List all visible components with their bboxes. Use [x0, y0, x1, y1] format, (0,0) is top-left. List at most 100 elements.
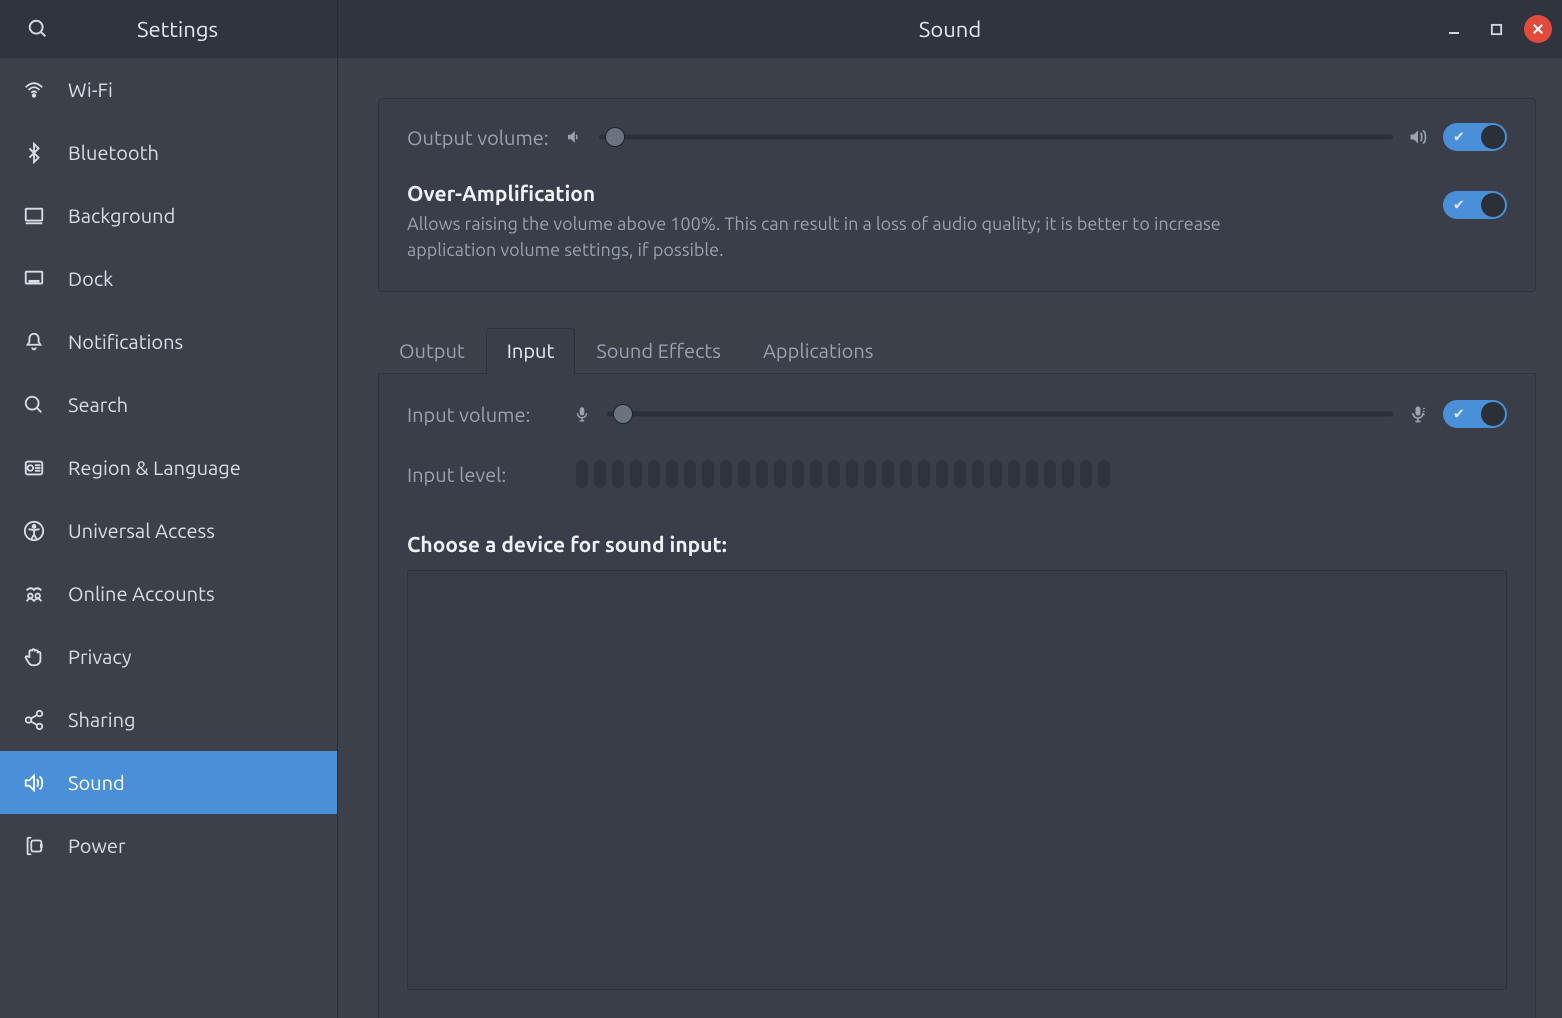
sidebar-item-label: Online Accounts: [68, 582, 215, 605]
toggle-knob: [1481, 125, 1505, 149]
over-amplification-toggle[interactable]: ✔: [1443, 191, 1507, 219]
app-title: Settings: [58, 17, 337, 42]
output-volume-slider[interactable]: [599, 127, 1393, 147]
sidebar-item-background[interactable]: Background: [0, 184, 337, 247]
input-device-list[interactable]: [407, 570, 1507, 990]
sidebar-item-label: Background: [68, 204, 175, 227]
level-bar: [1098, 460, 1110, 488]
wifi-icon: [22, 78, 46, 102]
level-bar: [1044, 460, 1056, 488]
input-volume-label: Input volume:: [407, 403, 557, 426]
sidebar-item-notifications[interactable]: Notifications: [0, 310, 337, 373]
slider-track: [607, 412, 1393, 417]
sidebar-item-wifi[interactable]: Wi-Fi: [0, 58, 337, 121]
hand-icon: [22, 645, 46, 669]
check-icon: ✔: [1453, 129, 1465, 146]
search-button[interactable]: [18, 9, 58, 49]
output-volume-row: Output volume: ✔: [407, 123, 1507, 151]
level-bar: [882, 460, 894, 488]
sidebar-item-label: Dock: [68, 267, 113, 290]
close-button[interactable]: [1524, 15, 1552, 43]
sidebar-item-label: Power: [68, 834, 126, 857]
tab-applications[interactable]: Applications: [742, 328, 895, 374]
sidebar-item-label: Bluetooth: [68, 141, 159, 164]
sidebar-item-label: Universal Access: [68, 519, 215, 542]
sidebar-item-sound[interactable]: Sound: [0, 751, 337, 814]
level-bar: [846, 460, 858, 488]
sidebar-item-label: Region & Language: [68, 456, 241, 479]
page-title: Sound: [338, 17, 1562, 42]
sidebar-item-sharing[interactable]: Sharing: [0, 688, 337, 751]
globe-icon: [22, 456, 46, 480]
level-bar: [990, 460, 1002, 488]
output-volume-toggle[interactable]: ✔: [1443, 123, 1507, 151]
over-amplification-title: Over-Amplification: [407, 181, 1403, 205]
accessibility-icon: [22, 519, 46, 543]
accounts-icon: [22, 582, 46, 606]
sidebar-item-dock[interactable]: Dock: [0, 247, 337, 310]
search-icon: [27, 18, 49, 40]
slider-thumb[interactable]: [613, 404, 633, 424]
level-bar: [954, 460, 966, 488]
tab-input[interactable]: Input: [486, 328, 576, 374]
sidebar-item-label: Privacy: [68, 645, 132, 668]
minimize-icon: [1447, 22, 1461, 36]
speaker-low-icon: [563, 126, 585, 148]
level-bar: [1062, 460, 1074, 488]
tab-soundeffects[interactable]: Sound Effects: [575, 328, 742, 374]
minimize-button[interactable]: [1440, 15, 1468, 43]
sidebar-item-universal[interactable]: Universal Access: [0, 499, 337, 562]
sidebar-item-label: Sound: [68, 771, 125, 794]
sound-tabs: OutputInputSound EffectsApplications: [378, 328, 1536, 374]
slider-track: [599, 135, 1393, 140]
mic-low-icon: [571, 403, 593, 425]
output-volume-label: Output volume:: [407, 126, 549, 149]
sidebar-item-privacy[interactable]: Privacy: [0, 625, 337, 688]
toggle-knob: [1481, 402, 1505, 426]
input-level-label: Input level:: [407, 463, 506, 486]
level-bar: [918, 460, 930, 488]
level-bar: [594, 460, 606, 488]
sidebar-item-bluetooth[interactable]: Bluetooth: [0, 121, 337, 184]
display-icon: [22, 204, 46, 228]
level-bar: [972, 460, 984, 488]
bell-icon: [22, 330, 46, 354]
level-bar: [900, 460, 912, 488]
choose-device-label: Choose a device for sound input:: [407, 532, 1507, 556]
level-bar: [720, 460, 732, 488]
input-volume-toggle[interactable]: ✔: [1443, 400, 1507, 428]
window-controls: [1440, 0, 1552, 58]
input-volume-slider[interactable]: [607, 404, 1393, 424]
sidebar-item-label: Search: [68, 393, 128, 416]
level-bar: [1008, 460, 1020, 488]
level-bar: [576, 460, 588, 488]
sidebar-item-label: Wi-Fi: [68, 78, 113, 101]
sidebar-item-online[interactable]: Online Accounts: [0, 562, 337, 625]
level-bar: [828, 460, 840, 488]
sidebar-item-label: Notifications: [68, 330, 183, 353]
toggle-knob: [1481, 193, 1505, 217]
titlebar: Settings Sound: [0, 0, 1562, 58]
speaker-high-icon: [1407, 126, 1429, 148]
tab-output[interactable]: Output: [378, 328, 486, 374]
level-bar: [864, 460, 876, 488]
level-bar: [666, 460, 678, 488]
bluetooth-icon: [22, 141, 46, 165]
input-level-meter: [576, 460, 1110, 488]
sidebar-item-label: Sharing: [68, 708, 136, 731]
close-icon: [1532, 23, 1544, 35]
check-icon: ✔: [1453, 197, 1465, 214]
over-amplification-text: Over-Amplification Allows raising the vo…: [407, 181, 1403, 263]
level-bar: [1080, 460, 1092, 488]
over-amplification-row: Over-Amplification Allows raising the vo…: [407, 181, 1507, 263]
level-bar: [792, 460, 804, 488]
sidebar-item-region[interactable]: Region & Language: [0, 436, 337, 499]
sidebar: Wi-Fi Bluetooth Background Dock Notification…: [0, 58, 338, 1018]
sidebar-item-search[interactable]: Search: [0, 373, 337, 436]
share-icon: [22, 708, 46, 732]
slider-thumb[interactable]: [605, 127, 625, 147]
maximize-button[interactable]: [1482, 15, 1510, 43]
level-bar: [630, 460, 642, 488]
sidebar-item-power[interactable]: Power: [0, 814, 337, 877]
search-icon: [22, 393, 46, 417]
